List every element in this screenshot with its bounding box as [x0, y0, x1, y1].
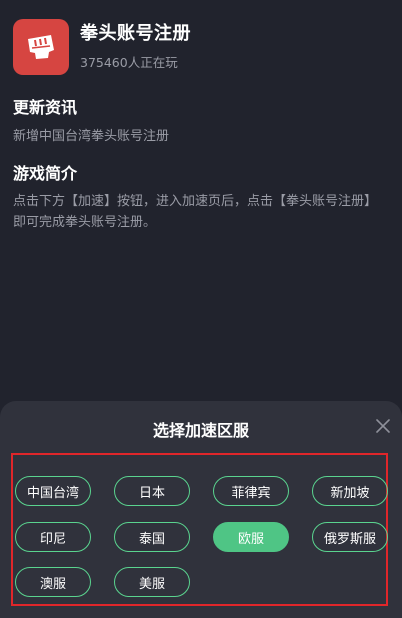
news-title: 更新资讯 [13, 98, 78, 117]
intro-title: 游戏简介 [13, 164, 78, 183]
news-text: 新增中国台湾拳头账号注册 [13, 129, 170, 144]
server-button-selected[interactable]: 欧服 [213, 522, 289, 552]
server-button[interactable]: 中国台湾 [15, 476, 91, 506]
close-icon[interactable] [375, 418, 391, 434]
app-header: 拳头账号注册 375460人正在玩 [13, 19, 191, 75]
server-button[interactable]: 日本 [114, 476, 190, 506]
server-button[interactable]: 俄罗斯服 [312, 522, 388, 552]
server-button[interactable]: 印尼 [15, 522, 91, 552]
app-title: 拳头账号注册 [80, 23, 191, 44]
player-count: 375460人正在玩 [80, 55, 178, 70]
sheet-title: 选择加速区服 [152, 421, 249, 440]
server-select-sheet: 选择加速区服 中国台湾 日本 菲律宾 新加坡 印尼 泰国 欧服 俄罗斯服 澳服 … [0, 401, 402, 618]
server-button[interactable]: 澳服 [15, 567, 91, 597]
intro-text: 点击下方【加速】按钮，进入加速页后，点击【拳头账号注册】即可完成拳头账号注册。 [13, 194, 378, 230]
server-button[interactable]: 泰国 [114, 522, 190, 552]
server-list: 中国台湾 日本 菲律宾 新加坡 印尼 泰国 欧服 俄罗斯服 澳服 美服 [11, 453, 388, 606]
server-button[interactable]: 新加坡 [312, 476, 388, 506]
server-button[interactable]: 菲律宾 [213, 476, 289, 506]
riot-fist-icon [13, 19, 69, 75]
server-button[interactable]: 美服 [114, 567, 190, 597]
app-meta: 拳头账号注册 375460人正在玩 [80, 19, 191, 71]
